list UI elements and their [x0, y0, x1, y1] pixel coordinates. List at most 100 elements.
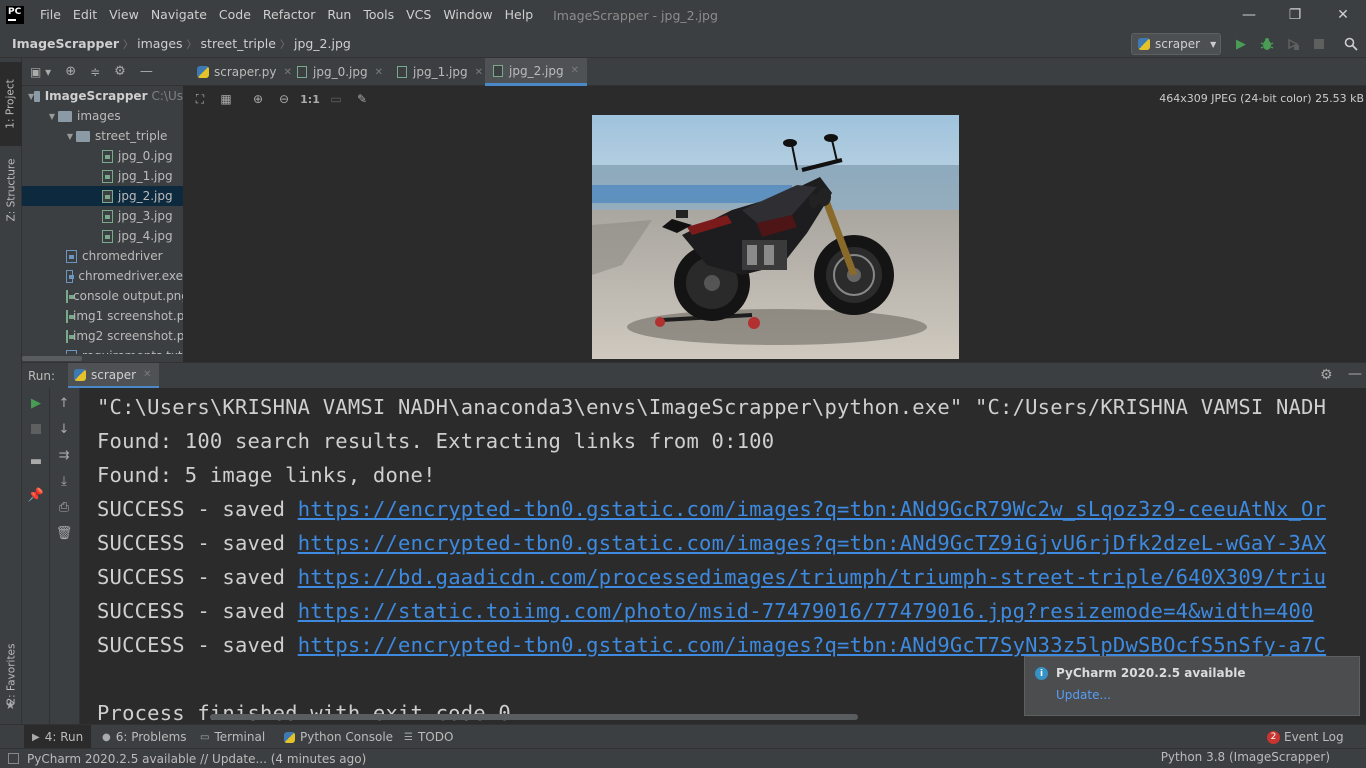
- tab-jpg-2[interactable]: jpg_2.jpg ✕: [485, 58, 587, 86]
- console-line-saved: SUCCESS - saved https://encrypted-tbn0.g…: [97, 497, 1326, 521]
- tool-tab-event-log[interactable]: 2 Event Log: [1267, 725, 1344, 749]
- fit-zoom-icon[interactable]: ▭: [328, 91, 344, 107]
- tab-jpg-1[interactable]: jpg_1.jpg ✕: [389, 58, 491, 86]
- menu-refactor[interactable]: Refactor: [257, 0, 321, 30]
- actual-size-button[interactable]: 1:1: [300, 91, 320, 107]
- minimize-button[interactable]: —: [1226, 0, 1272, 30]
- layout-icon[interactable]: ▬: [22, 450, 50, 472]
- tree-item-street-triple[interactable]: ▼ street_triple: [22, 126, 183, 146]
- tool-tab-python-console[interactable]: Python Console: [284, 725, 393, 749]
- saved-link[interactable]: https://bd.gaadicdn.com/processedimages/…: [298, 565, 1326, 589]
- console-line-found-links: Found: 5 image links, done!: [97, 463, 436, 487]
- fit-to-screen-icon[interactable]: ⛶: [192, 91, 208, 107]
- hide-panel-icon[interactable]: —: [140, 64, 153, 79]
- collapse-all-icon[interactable]: ≑: [90, 65, 100, 79]
- tree-item-label: images: [77, 109, 121, 123]
- close-icon[interactable]: ✕: [475, 67, 483, 78]
- stop-icon[interactable]: [1311, 36, 1327, 52]
- run-configuration-select[interactable]: scraper ▼: [1131, 33, 1221, 55]
- locate-icon[interactable]: ⊕: [65, 64, 76, 79]
- tab-scraper-py[interactable]: scraper.py ✕: [189, 58, 300, 86]
- menu-tools[interactable]: Tools: [357, 0, 400, 30]
- restore-button[interactable]: ❐: [1272, 0, 1318, 30]
- tree-item-img1-screenshot[interactable]: img1 screenshot.png: [22, 306, 183, 326]
- tab-jpg-0[interactable]: jpg_0.jpg ✕: [289, 58, 391, 86]
- zoom-in-icon[interactable]: ⊕: [250, 91, 266, 107]
- zoom-out-icon[interactable]: ⊖: [276, 91, 292, 107]
- menu-run[interactable]: Run: [321, 0, 357, 30]
- stop-icon[interactable]: [22, 418, 50, 440]
- tree-item-jpg-3[interactable]: jpg_3.jpg: [22, 206, 183, 226]
- tool-windows-toggle-icon[interactable]: [8, 753, 19, 764]
- close-icon[interactable]: ✕: [571, 65, 579, 76]
- breadcrumb-street-triple[interactable]: street_triple: [197, 36, 280, 51]
- trash-icon[interactable]: 🗑: [50, 522, 78, 544]
- run-tab-scraper[interactable]: scraper ✕: [68, 363, 160, 389]
- menu-window[interactable]: Window: [437, 0, 498, 30]
- breadcrumb-project[interactable]: ImageScrapper: [0, 36, 123, 51]
- saved-link[interactable]: https://encrypted-tbn0.gstatic.com/image…: [298, 531, 1326, 555]
- tree-item-jpg-0[interactable]: jpg_0.jpg: [22, 146, 183, 166]
- coverage-icon[interactable]: [1285, 36, 1301, 52]
- tree-item-chromedriver[interactable]: chromedriver: [22, 246, 183, 266]
- pin-icon[interactable]: 📌: [22, 484, 50, 506]
- saved-link[interactable]: https://encrypted-tbn0.gstatic.com/image…: [298, 497, 1326, 521]
- project-path: C:\Us: [151, 89, 184, 103]
- menu-vcs[interactable]: VCS: [400, 0, 437, 30]
- image-file-icon: [102, 189, 113, 203]
- tree-item-chromedriver-exe[interactable]: chromedriver.exe: [22, 266, 183, 286]
- gear-icon[interactable]: ⚙: [114, 64, 126, 79]
- tree-item-jpg-1[interactable]: jpg_1.jpg: [22, 166, 183, 186]
- menu-edit[interactable]: Edit: [67, 0, 103, 30]
- console-horizontal-scrollbar[interactable]: [210, 714, 858, 720]
- gear-icon[interactable]: ⚙: [1320, 367, 1333, 383]
- menu-file[interactable]: File: [34, 0, 67, 30]
- console-line-found-results: Found: 100 search results. Extracting li…: [97, 429, 775, 453]
- search-icon[interactable]: [1343, 36, 1359, 52]
- image-file-icon: [297, 66, 307, 78]
- tree-item-jpg-4[interactable]: jpg_4.jpg: [22, 226, 183, 246]
- tree-item-root[interactable]: ▼ ImageScrapper C:\Us: [22, 86, 183, 106]
- tree-item-images[interactable]: ▼ images: [22, 106, 183, 126]
- close-icon[interactable]: ✕: [143, 369, 151, 380]
- rerun-icon[interactable]: ▶: [22, 392, 50, 414]
- run-icon[interactable]: ▶: [1233, 36, 1249, 52]
- breadcrumb-images[interactable]: images: [133, 36, 186, 51]
- update-link[interactable]: Update...: [1056, 688, 1111, 702]
- saved-link[interactable]: https://static.toiimg.com/photo/msid-774…: [298, 599, 1314, 623]
- tree-item-label: console output.png: [73, 289, 183, 303]
- grid-icon[interactable]: ▦: [218, 91, 234, 107]
- tree-item-img2-screenshot[interactable]: img2 screenshot.png: [22, 326, 183, 346]
- menu-view[interactable]: View: [103, 0, 145, 30]
- close-icon[interactable]: ✕: [375, 67, 383, 78]
- down-arrow-icon[interactable]: ↓: [50, 418, 78, 440]
- tree-item-jpg-2[interactable]: jpg_2.jpg: [22, 186, 183, 206]
- scroll-to-end-icon[interactable]: ⤓: [50, 470, 78, 492]
- close-window-button[interactable]: ✕: [1320, 0, 1366, 30]
- status-message[interactable]: PyCharm 2020.2.5 available // Update... …: [27, 752, 366, 766]
- menu-navigate[interactable]: Navigate: [145, 0, 213, 30]
- tool-tab-terminal[interactable]: ▭ Terminal: [200, 725, 265, 749]
- breadcrumb-file[interactable]: jpg_2.jpg: [290, 36, 355, 51]
- up-arrow-icon[interactable]: ↑: [50, 392, 78, 414]
- debug-icon[interactable]: [1259, 36, 1275, 52]
- menu-help[interactable]: Help: [499, 0, 540, 30]
- tool-tab-project[interactable]: 1: Project: [0, 62, 22, 146]
- tool-tab-problems[interactable]: ● 6: Problems: [102, 725, 187, 749]
- tree-item-label: chromedriver: [82, 249, 163, 263]
- window-title: ImageScrapper - jpg_2.jpg: [553, 7, 718, 23]
- project-view-select-icon[interactable]: ▣ ▾: [30, 65, 51, 79]
- tool-tab-run[interactable]: ▶ 4: Run: [24, 725, 92, 749]
- soft-wrap-icon[interactable]: ⇉: [50, 444, 78, 466]
- tool-tab-todo[interactable]: ☰ TODO: [404, 725, 453, 749]
- project-horizontal-scrollbar[interactable]: [22, 354, 183, 362]
- tree-item-console-output[interactable]: console output.png: [22, 286, 183, 306]
- saved-link[interactable]: https://encrypted-tbn0.gstatic.com/image…: [298, 633, 1326, 657]
- tool-tab-project-label: 1: Project: [5, 79, 18, 129]
- color-picker-icon[interactable]: ✎: [354, 91, 370, 107]
- tool-tab-structure[interactable]: Z: Structure: [0, 150, 22, 230]
- print-icon[interactable]: ⎙: [50, 496, 78, 518]
- menu-code[interactable]: Code: [213, 0, 257, 30]
- interpreter-status[interactable]: Python 3.8 (ImageScrapper): [1161, 750, 1330, 764]
- hide-panel-icon[interactable]: —: [1348, 366, 1362, 382]
